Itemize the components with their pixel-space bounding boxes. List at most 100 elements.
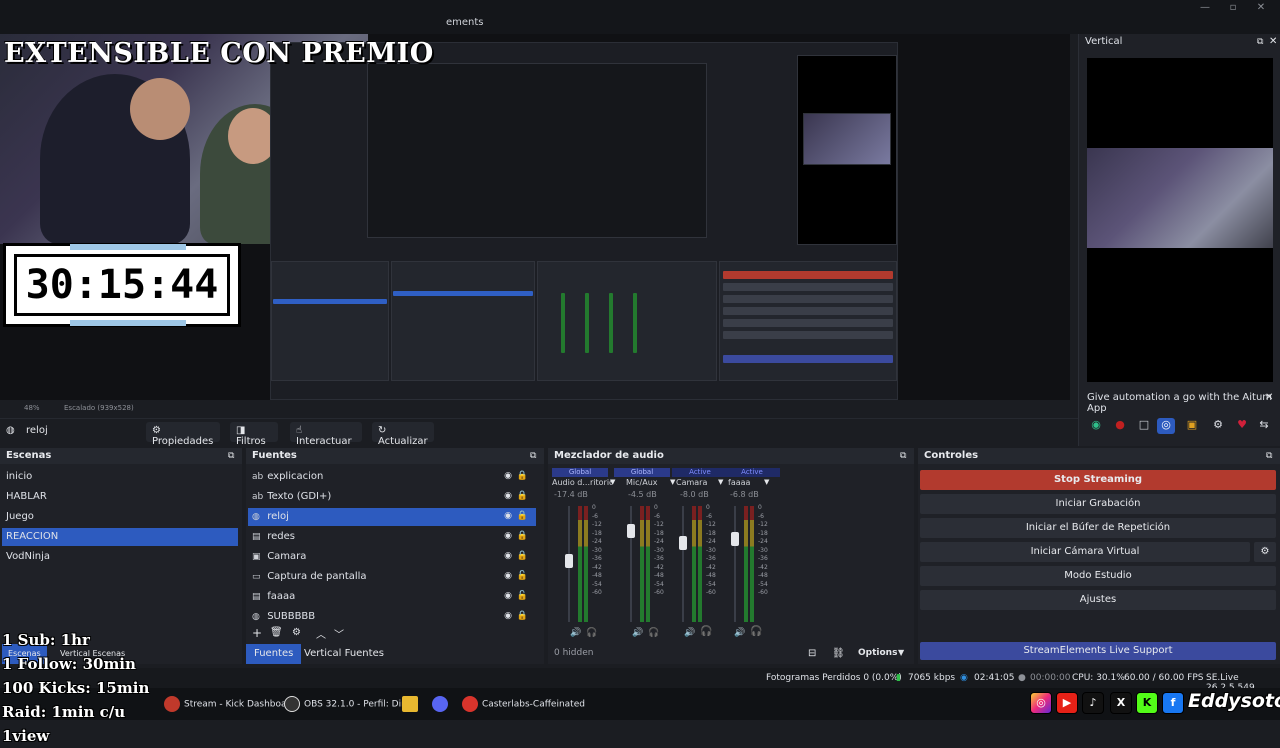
- interact-button[interactable]: ☝ Interactuar: [290, 422, 362, 447]
- gear-icon[interactable]: ⚙: [1209, 418, 1227, 434]
- float-icon[interactable]: ⧉: [228, 451, 234, 461]
- float-icon[interactable]: ⧉: [530, 451, 536, 461]
- minimize-icon[interactable]: —: [1196, 2, 1214, 16]
- replay-icon[interactable]: ▣: [1183, 418, 1201, 434]
- scene-item-juego[interactable]: Juego: [2, 508, 240, 526]
- fader-knob[interactable]: [731, 532, 739, 546]
- float-icon[interactable]: ⧉: [1257, 37, 1263, 47]
- taskbar-item-discord[interactable]: [432, 696, 452, 712]
- tab-sources[interactable]: Fuentes: [246, 644, 302, 664]
- studio-mode-button[interactable]: Modo Estudio: [920, 566, 1276, 586]
- virtual-camera-settings-button[interactable]: ⚙: [1254, 542, 1276, 562]
- eye-icon[interactable]: ◉: [504, 611, 512, 621]
- record-pause-icon[interactable]: ◉: [1087, 418, 1105, 434]
- source-item[interactable]: ▤ redes ◉ 🔒: [248, 528, 536, 546]
- volume-fader[interactable]: [682, 506, 684, 622]
- eye-icon[interactable]: ◉: [504, 471, 512, 481]
- start-recording-button[interactable]: Iniciar Grabación: [920, 494, 1276, 514]
- preview-canvas[interactable]: EXTENSIBLE CON PREMIO 30:15:44 48% Escal…: [0, 34, 1070, 412]
- eye-icon[interactable]: ◉: [504, 491, 512, 501]
- headphones-icon[interactable]: 🎧: [586, 628, 597, 638]
- vertical-preview[interactable]: [1087, 58, 1273, 382]
- eye-icon[interactable]: ◉: [504, 531, 512, 541]
- streamelements-support-button[interactable]: StreamElements Live Support: [920, 642, 1276, 660]
- link-icon[interactable]: ⛓: [832, 648, 845, 659]
- filters-button[interactable]: ◨ Filtros: [230, 422, 278, 447]
- taskbar-item-folder[interactable]: [402, 696, 422, 712]
- lock-icon[interactable]: 🔒: [517, 531, 528, 541]
- speaker-icon[interactable]: 🔊: [684, 628, 695, 638]
- source-item[interactable]: ab explicacion ◉ 🔒: [248, 468, 536, 486]
- vertical-dock: Vertical ⧉ ✕ Give automation a go with t…: [1078, 34, 1280, 446]
- split-icon[interactable]: ⇆: [1255, 418, 1273, 434]
- stream-icon[interactable]: ◎: [1157, 418, 1175, 434]
- properties-button[interactable]: ⚙ Propiedades: [146, 422, 220, 447]
- source-item[interactable]: ▣ Camara ◉ 🔒: [248, 548, 536, 566]
- layout-icon[interactable]: ⊟: [808, 648, 816, 659]
- gear-icon: ⚙: [1260, 546, 1270, 557]
- fader-knob[interactable]: [565, 554, 573, 568]
- lock-icon[interactable]: 🔒: [517, 611, 528, 621]
- zoom-level[interactable]: 48%: [24, 404, 40, 412]
- chevron-up-icon[interactable]: ︿: [316, 626, 326, 641]
- close-icon[interactable]: ✕: [1269, 36, 1277, 47]
- gear-icon[interactable]: ⚙: [292, 627, 301, 638]
- fader-knob[interactable]: [627, 524, 635, 538]
- stop-icon[interactable]: □: [1135, 418, 1153, 434]
- taskbar-item-caffeinated[interactable]: Casterlabs-Caffeinated: [462, 696, 585, 712]
- record-icon[interactable]: ●: [1111, 418, 1129, 434]
- chevron-down-icon[interactable]: ▼: [764, 478, 769, 486]
- eye-icon[interactable]: ◉: [504, 571, 512, 581]
- source-item[interactable]: ▤ faaaa ◉ 🔓: [248, 588, 536, 606]
- tab-vertical-sources[interactable]: Vertical Fuentes: [296, 644, 392, 664]
- lock-icon[interactable]: 🔓: [517, 571, 528, 581]
- headphones-icon[interactable]: 🎧: [648, 628, 659, 638]
- close-icon[interactable]: ✕: [1265, 392, 1273, 403]
- channel-name: Audio d...ritorio: [552, 478, 612, 487]
- refresh-button[interactable]: ↻ Actualizar: [372, 422, 434, 447]
- source-item[interactable]: ◍ SUBBBBB ◉ 🔒: [248, 608, 536, 626]
- scaling-label[interactable]: Escalado (939x528): [64, 404, 134, 412]
- scene-item-inicio[interactable]: inicio: [2, 468, 240, 486]
- float-icon[interactable]: ⧉: [900, 451, 906, 461]
- chevron-down-icon[interactable]: ▼: [718, 478, 723, 486]
- eye-icon[interactable]: ◉: [504, 591, 512, 601]
- lock-icon[interactable]: 🔒: [517, 511, 528, 521]
- float-icon[interactable]: ⧉: [1266, 451, 1272, 461]
- mixer-options-button[interactable]: Options: [858, 648, 897, 658]
- headphones-icon[interactable]: 🎧: [700, 626, 712, 637]
- speaker-icon[interactable]: 🔊: [570, 628, 581, 638]
- scene-item-hablar[interactable]: HABLAR: [2, 488, 240, 506]
- scene-item-vodninja[interactable]: VodNinja: [2, 548, 240, 566]
- chevron-down-icon[interactable]: ﹀: [334, 626, 344, 641]
- chevron-down-icon[interactable]: ▼: [898, 648, 904, 657]
- heart-icon[interactable]: ♥: [1233, 418, 1251, 434]
- fader-knob[interactable]: [679, 536, 687, 550]
- lock-icon[interactable]: 🔓: [517, 591, 528, 601]
- taskbar-item-kick-dashboard[interactable]: Stream - Kick Dashboard: [164, 696, 296, 712]
- taskbar-item-obs[interactable]: OBS 32.1.0 - Perfil: Direc: [284, 696, 415, 712]
- lock-icon[interactable]: 🔒: [517, 491, 528, 501]
- eye-icon[interactable]: ◉: [504, 551, 512, 561]
- add-icon[interactable]: +: [252, 626, 262, 640]
- lock-icon[interactable]: 🔒: [517, 471, 528, 481]
- scene-item-reaccion[interactable]: REACCION: [2, 528, 238, 546]
- stop-streaming-button[interactable]: Stop Streaming: [920, 470, 1276, 490]
- interact-label: Interactuar: [296, 436, 352, 447]
- trash-icon[interactable]: 🗑: [270, 627, 283, 638]
- speaker-icon[interactable]: 🔊: [734, 628, 745, 638]
- speaker-icon[interactable]: 🔊: [632, 628, 643, 638]
- source-item[interactable]: ▭ Captura de pantalla ◉ 🔓: [248, 568, 536, 586]
- headphones-icon[interactable]: 🎧: [750, 626, 762, 637]
- virtual-camera-button[interactable]: Iniciar Cámara Virtual: [920, 542, 1250, 562]
- eye-icon[interactable]: ◉: [504, 511, 512, 521]
- source-item[interactable]: ab Texto (GDI+) ◉ 🔒: [248, 488, 536, 506]
- volume-fader[interactable]: [734, 506, 736, 622]
- pointer-icon: ☝: [296, 425, 303, 436]
- source-item-selected[interactable]: ◍ reloj ◉ 🔒: [248, 508, 536, 526]
- settings-button[interactable]: Ajustes: [920, 590, 1276, 610]
- maximize-icon[interactable]: ▫: [1224, 2, 1242, 16]
- lock-icon[interactable]: 🔒: [517, 551, 528, 561]
- replay-buffer-button[interactable]: Iniciar el Búfer de Repetición: [920, 518, 1276, 538]
- close-icon[interactable]: ✕: [1252, 2, 1270, 16]
